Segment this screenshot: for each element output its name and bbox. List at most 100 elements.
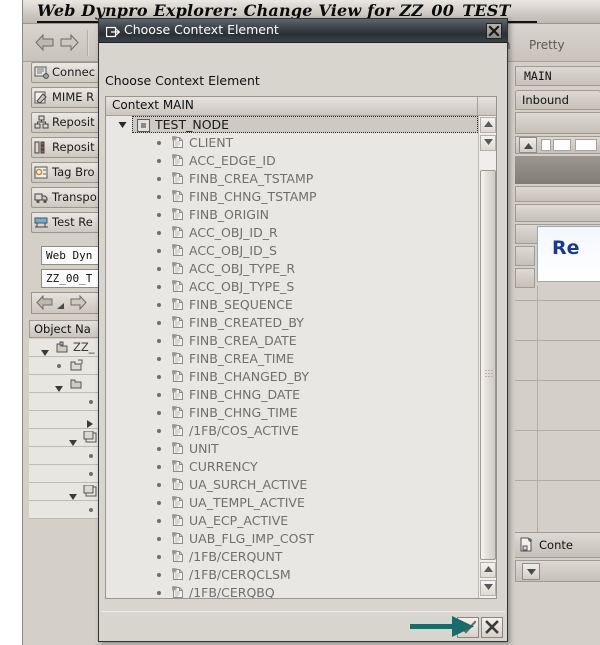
scroll-up-arrow-icon-bottom[interactable] xyxy=(480,562,496,578)
scroll-up-icon[interactable] xyxy=(519,137,537,153)
context-attribute-row[interactable]: FINB_CHNG_DATE xyxy=(106,386,478,404)
scrollbar-thumb[interactable] xyxy=(480,170,496,560)
sidebar-label: Tag Bro xyxy=(52,165,95,179)
context-attribute-icon xyxy=(172,478,184,491)
context-node-label: TEST_NODE xyxy=(155,117,229,132)
scrollbar-grip-icon xyxy=(485,362,493,369)
bullet-icon xyxy=(157,591,161,595)
context-attribute-row[interactable]: ACC_OBJ_TYPE_S xyxy=(106,278,478,296)
repository-tree-icon xyxy=(34,115,49,130)
view-icon xyxy=(83,485,97,501)
context-attribute-label: FINB_CREATED_BY xyxy=(189,314,304,332)
close-icon[interactable] xyxy=(486,23,502,39)
bullet-icon xyxy=(157,303,161,307)
chevron-down-icon[interactable] xyxy=(69,488,77,501)
context-attribute-icon xyxy=(172,172,184,185)
tag-browser-icon xyxy=(34,165,49,180)
scroll-down-arrow-icon-bottom[interactable] xyxy=(480,580,496,596)
bullet-icon xyxy=(157,195,161,199)
context-attribute-icon xyxy=(172,190,184,203)
scroll-up-arrow-icon[interactable] xyxy=(480,117,496,133)
sidebar-label: Transpo xyxy=(52,190,97,204)
context-attribute-row[interactable]: FINB_CREA_DATE xyxy=(106,332,478,350)
sidebar-label: Connec xyxy=(52,65,95,79)
context-attribute-label: FINB_CHNG_DATE xyxy=(189,386,300,404)
chevron-down-icon[interactable] xyxy=(69,434,77,447)
context-attribute-row[interactable]: /1FB/COS_ACTIVE xyxy=(106,422,478,440)
context-attribute-row[interactable]: FINB_CHNG_TIME xyxy=(106,404,478,422)
context-attribute-row[interactable]: /1FB/CERQUNT xyxy=(106,548,478,566)
divider-4 xyxy=(515,430,600,431)
context-attribute-row[interactable]: UAB_FLG_IMP_COST xyxy=(106,530,478,548)
context-attribute-row[interactable]: ACC_OBJ_TYPE_R xyxy=(106,260,478,278)
tree-dropdown-icon[interactable] xyxy=(56,296,65,315)
context-attribute-icon xyxy=(172,460,184,473)
context-attribute-row[interactable]: UNIT xyxy=(106,440,478,458)
context-attribute-row[interactable]: ACC_EDGE_ID xyxy=(106,152,478,170)
context-attribute-row[interactable]: FINB_ORIGIN xyxy=(106,206,478,224)
context-tab-row[interactable]: Conte xyxy=(515,532,600,558)
context-attribute-icon xyxy=(172,154,184,167)
context-node-icon xyxy=(519,537,534,557)
back-arrow-icon[interactable] xyxy=(35,34,54,51)
tree-back-icon[interactable] xyxy=(36,295,53,314)
toolbar-separator xyxy=(87,30,89,56)
context-attribute-row[interactable]: ACC_OBJ_ID_R xyxy=(106,224,478,242)
context-attribute-row[interactable]: /1FB/CERQBQ xyxy=(106,584,478,598)
context-attribute-icon xyxy=(172,442,184,455)
dropdown-row[interactable] xyxy=(515,560,600,582)
bullet-icon xyxy=(157,267,161,271)
bullet-icon xyxy=(157,339,161,343)
chevron-right-icon[interactable] xyxy=(87,416,93,429)
context-attribute-row[interactable]: FINB_CHANGED_BY xyxy=(106,368,478,386)
bullet-icon xyxy=(157,537,161,541)
context-attribute-row[interactable]: UA_ECP_ACTIVE xyxy=(106,512,478,530)
context-list-header: Context MAIN xyxy=(106,97,496,116)
context-attribute-row[interactable]: UA_TEMPL_ACTIVE xyxy=(106,494,478,512)
result-panel: Re xyxy=(537,226,600,282)
context-attribute-label: /1FB/COS_ACTIVE xyxy=(189,422,299,440)
column-marker-1 xyxy=(541,139,551,151)
context-attribute-label: ACC_EDGE_ID xyxy=(189,152,276,170)
context-attribute-row[interactable]: CURRENCY xyxy=(106,458,478,476)
context-attribute-row[interactable]: UA_SURCH_ACTIVE xyxy=(106,476,478,494)
ok-button[interactable] xyxy=(457,617,479,638)
dialog-title: Choose Context Element xyxy=(124,22,279,37)
context-attribute-row[interactable]: /1FB/CERQCLSM xyxy=(106,566,478,584)
chevron-down-icon[interactable] xyxy=(41,344,49,357)
tree-forward-icon[interactable] xyxy=(70,295,87,314)
context-attribute-icon xyxy=(172,496,184,509)
chevron-down-icon[interactable] xyxy=(55,380,63,393)
context-attribute-row[interactable]: FINB_CHNG_TSTAMP xyxy=(106,188,478,206)
forward-arrow-icon[interactable] xyxy=(60,34,79,51)
inbound-tab[interactable]: Inbound xyxy=(515,90,600,110)
context-attribute-icon xyxy=(172,244,184,257)
cancel-button[interactable] xyxy=(481,617,503,638)
context-attribute-icon xyxy=(172,550,184,563)
context-attribute-row[interactable]: CLIENT xyxy=(106,134,478,152)
chevron-down-icon[interactable] xyxy=(118,116,127,134)
context-attribute-icon xyxy=(172,262,184,275)
transport-icon xyxy=(34,190,49,205)
context-attribute-row[interactable]: FINB_CREA_TSTAMP xyxy=(106,170,478,188)
context-node-selected[interactable]: TEST_NODE xyxy=(132,116,478,133)
bullet-icon xyxy=(157,357,161,361)
main-tab[interactable]: MAIN xyxy=(515,66,600,86)
context-attribute-row[interactable]: FINB_CREA_TIME xyxy=(106,350,478,368)
divider-vert xyxy=(537,286,538,536)
column-marker-3 xyxy=(575,139,597,151)
scroll-down-arrow-icon[interactable] xyxy=(480,135,496,151)
toolbar-label-pretty[interactable]: Pretty xyxy=(529,38,565,52)
context-node-row[interactable]: TEST_NODE xyxy=(106,116,496,134)
bullet-icon xyxy=(157,177,161,181)
list-vertical-scrollbar[interactable] xyxy=(478,116,496,598)
context-attribute-row[interactable]: FINB_CREATED_BY xyxy=(106,314,478,332)
sidebar-label: Reposit xyxy=(52,140,95,154)
sidebar-label: Reposit xyxy=(52,115,95,129)
context-attribute-label: CLIENT xyxy=(189,134,233,152)
context-attribute-label: UA_SURCH_ACTIVE xyxy=(189,476,307,494)
context-attribute-row[interactable]: FINB_SEQUENCE xyxy=(106,296,478,314)
context-attribute-row[interactable]: ACC_OBJ_ID_S xyxy=(106,242,478,260)
context-element-list[interactable]: TEST_NODE CLIENTACC_EDGE_IDFINB_CREA_TSTA… xyxy=(106,116,496,598)
dropdown-arrow-icon[interactable] xyxy=(522,563,540,580)
